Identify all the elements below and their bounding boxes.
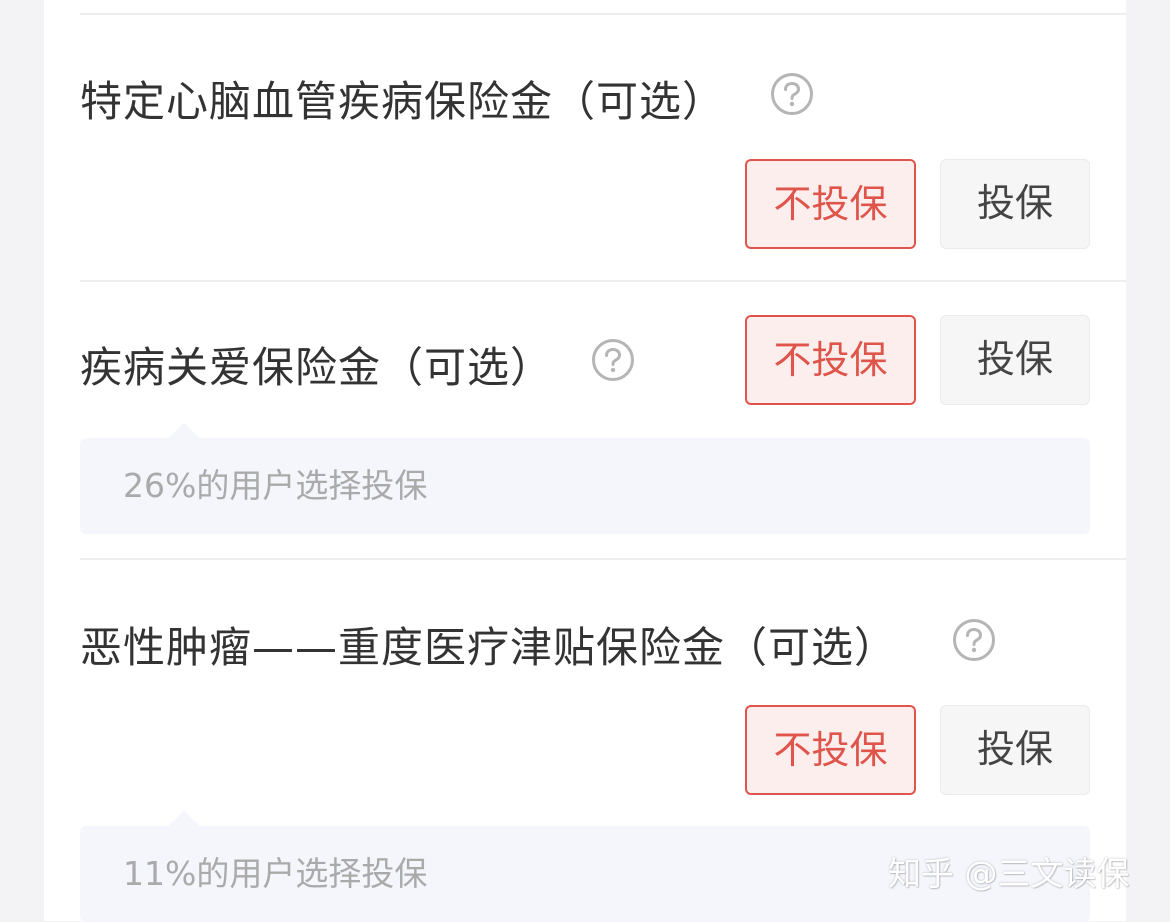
help-icon[interactable] [952, 618, 996, 662]
help-icon[interactable] [770, 72, 814, 116]
tip-text: 11%的用户选择投保 [123, 854, 428, 893]
divider [80, 558, 1126, 560]
tip-arrow [168, 423, 200, 438]
accept-button[interactable]: 投保 [940, 315, 1090, 405]
popularity-tip: 26%的用户选择投保 [80, 423, 1090, 534]
divider-top [80, 13, 1126, 15]
watermark: 知乎 @三文读保 [888, 854, 1130, 893]
option-title: 疾病关爱保险金（可选） [80, 343, 554, 392]
divider [80, 280, 1126, 282]
accept-button[interactable]: 投保 [940, 705, 1090, 795]
help-icon[interactable] [591, 338, 635, 382]
accept-button[interactable]: 投保 [940, 159, 1090, 249]
tip-arrow [168, 811, 200, 826]
option-title: 恶性肿瘤——重度医疗津贴保险金（可选） [80, 623, 898, 672]
decline-button[interactable]: 不投保 [745, 705, 916, 795]
option-title: 特定心脑血管疾病保险金（可选） [80, 77, 726, 126]
decline-button[interactable]: 不投保 [745, 159, 916, 249]
tip-text: 26%的用户选择投保 [123, 466, 428, 505]
decline-button[interactable]: 不投保 [745, 315, 916, 405]
